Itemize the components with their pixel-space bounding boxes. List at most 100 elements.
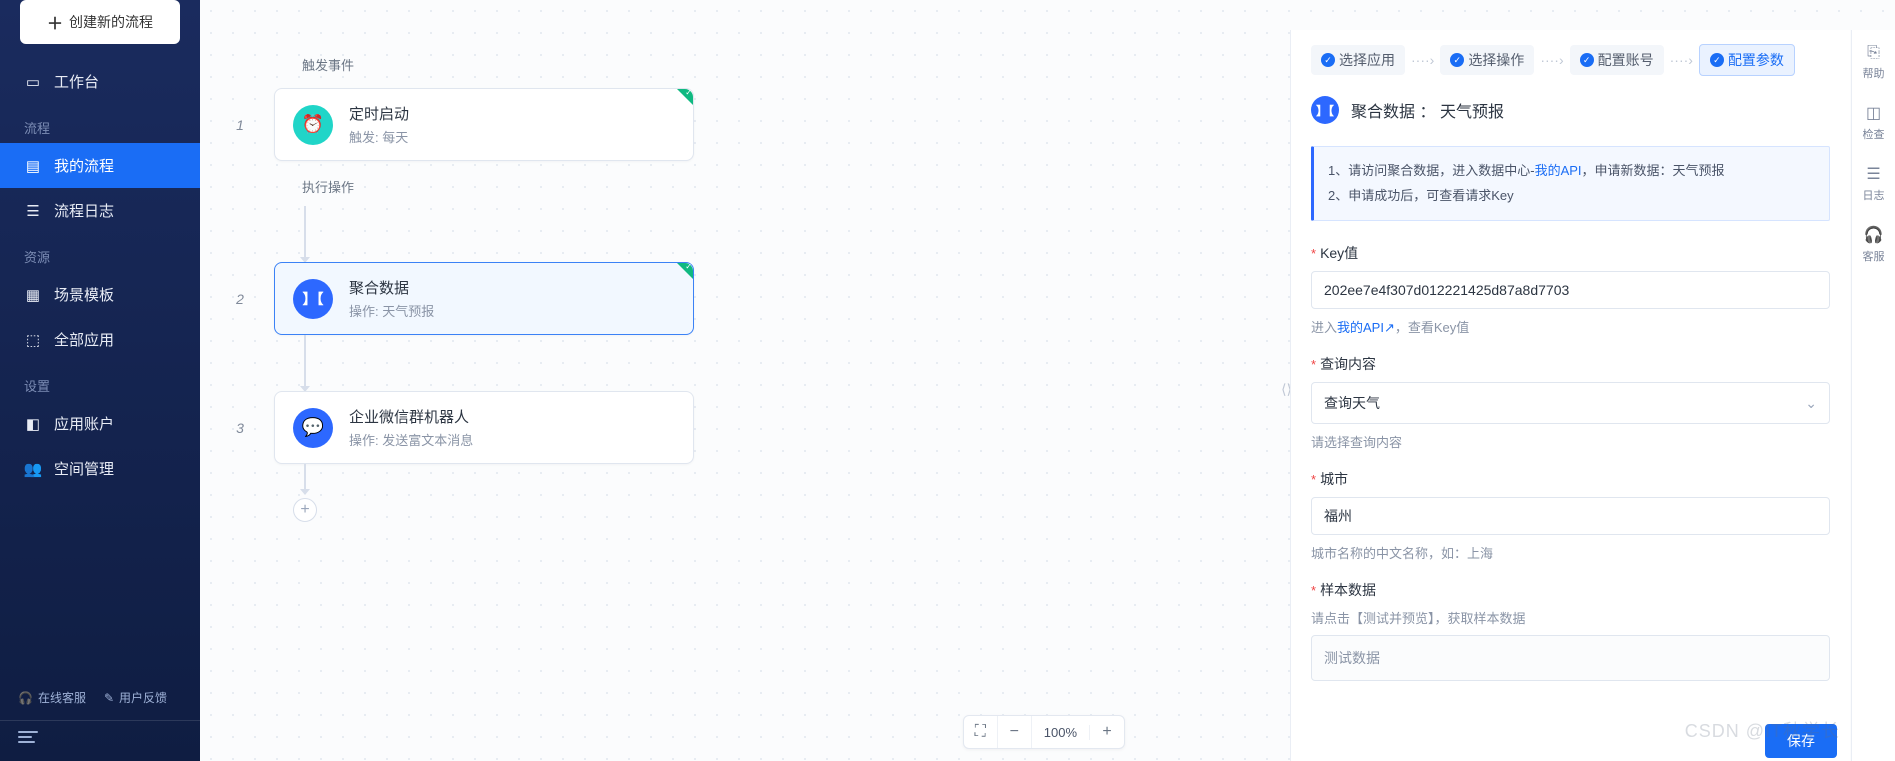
select-value: 查询天气 — [1324, 393, 1380, 413]
dock-logs[interactable]: ☰日志 — [1863, 164, 1885, 203]
fit-screen-button[interactable]: ⛶ — [964, 715, 998, 749]
panel-resize-handle[interactable]: ⟨ ⟩ — [1281, 381, 1290, 398]
arrow-icon: ····› — [1409, 52, 1436, 68]
node-subtitle: 操作: 天气预报 — [349, 301, 434, 320]
step-chip-config-account[interactable]: ✓配置账号 — [1570, 45, 1664, 75]
required-icon: * — [1311, 246, 1316, 261]
dock-help[interactable]: ⎘帮助 — [1863, 44, 1885, 81]
city-input[interactable] — [1311, 497, 1830, 535]
log-icon: ☰ — [1866, 164, 1880, 184]
sidebar-item-label: 我的流程 — [54, 155, 114, 176]
success-corner-icon — [677, 89, 693, 105]
node-title: 企业微信群机器人 — [349, 406, 473, 427]
sf-label: 用户反馈 — [119, 689, 167, 706]
field-hint: 城市名称的中文名称，如：上海 — [1311, 543, 1830, 562]
zoom-out-button[interactable]: − — [998, 715, 1032, 749]
field-hint: 请点击【测试并预览】，获取样本数据 — [1311, 608, 1830, 627]
watermark: CSDN @IT秋学长 — [1685, 717, 1840, 743]
field-group-city: *城市 城市名称的中文名称，如：上海 — [1311, 469, 1830, 562]
sidebar-item-label: 全部应用 — [54, 329, 114, 350]
chevron-down-icon: ⌄ — [1805, 395, 1817, 412]
sidebar-item-label: 场景模板 — [54, 284, 114, 305]
wizard-steps: ✓选择应用 ····› ✓选择操作 ····› ✓配置账号 ····› ✓配置参… — [1291, 30, 1850, 94]
connector-line — [304, 206, 306, 262]
info-line-2: 2、申请成功后，可查看请求Key — [1328, 184, 1815, 209]
check-icon: ✓ — [1450, 53, 1464, 67]
cube-icon: ⬚ — [24, 331, 42, 349]
field-group-key: *Key值 进入我的API↗，查看Key值 — [1311, 243, 1830, 336]
divider — [0, 720, 200, 721]
document-icon: ▤ — [24, 157, 42, 175]
step-number: 3 — [230, 420, 250, 436]
dock-check[interactable]: ◫检查 — [1863, 103, 1885, 142]
sidebar-footer: 🎧 在线客服 ✎ 用户反馈 — [0, 689, 200, 761]
sidebar-item-my-flows[interactable]: ▤ 我的流程 — [0, 143, 200, 188]
dashboard-icon: ▭ — [24, 73, 42, 91]
feedback-link[interactable]: ✎ 用户反馈 — [104, 689, 167, 706]
dock-service[interactable]: 🎧客服 — [1863, 225, 1885, 264]
check-icon: ✓ — [1321, 53, 1335, 67]
flow-step-2: 2 】【 聚合数据 操作: 天气预报 — [230, 262, 694, 335]
create-flow-button[interactable]: ＋ 创建新的流程 — [20, 0, 180, 44]
step-chip-select-app[interactable]: ✓选择应用 — [1311, 45, 1405, 75]
online-support-link[interactable]: 🎧 在线客服 — [18, 689, 86, 706]
success-corner-icon — [677, 263, 693, 279]
sidebar-section-resource: 资源 — [0, 233, 200, 272]
info-box: 1、请访问聚合数据，进入数据中心-我的API，申请新数据：天气预报 2、申请成功… — [1311, 146, 1830, 221]
juhe-icon: 】【 — [293, 279, 333, 319]
sidebar-item-workspace[interactable]: ▭ 工作台 — [0, 59, 200, 104]
sidebar-item-app-accounts[interactable]: ◧ 应用账户 — [0, 401, 200, 446]
zoom-in-button[interactable]: + — [1090, 715, 1124, 749]
external-link-icon: ↗ — [1384, 320, 1395, 335]
step-chip-config-params[interactable]: ✓配置参数 — [1699, 44, 1795, 76]
my-api-link[interactable]: 我的API — [1535, 163, 1582, 178]
field-label: *查询内容 — [1311, 354, 1830, 374]
my-api-link[interactable]: 我的API↗ — [1337, 320, 1395, 335]
field-label: *Key值 — [1311, 243, 1830, 263]
create-flow-label: 创建新的流程 — [69, 12, 153, 32]
node-title: 聚合数据 — [349, 277, 434, 298]
info-line-1: 1、请访问聚合数据，进入数据中心-我的API，申请新数据：天气预报 — [1328, 159, 1815, 184]
node-subtitle: 操作: 发送富文本消息 — [349, 430, 473, 449]
field-group-query: *查询内容 查询天气 ⌄ 请选择查询内容 — [1311, 354, 1830, 451]
sidebar-item-flow-logs[interactable]: ☰ 流程日志 — [0, 188, 200, 233]
collapse-sidebar-button[interactable] — [18, 731, 38, 743]
users-icon: 👥 — [24, 460, 42, 478]
sf-label: 在线客服 — [38, 689, 86, 706]
exec-section-label: 执行操作 — [302, 177, 694, 196]
node-title: 定时启动 — [349, 103, 409, 124]
field-hint: 进入我的API↗，查看Key值 — [1311, 317, 1830, 336]
sidebar-item-label: 空间管理 — [54, 458, 114, 479]
arrow-icon: ····› — [1538, 52, 1565, 68]
sidebar-item-space-mgmt[interactable]: 👥 空间管理 — [0, 446, 200, 491]
zoom-level: 100% — [1032, 725, 1090, 740]
required-icon: * — [1311, 583, 1316, 598]
right-dock: ⎘帮助 ◫检查 ☰日志 🎧客服 — [1851, 30, 1895, 761]
sidebar-item-all-apps[interactable]: ⬚ 全部应用 — [0, 317, 200, 362]
sidebar-item-label: 流程日志 — [54, 200, 114, 221]
step-chip-select-action[interactable]: ✓选择操作 — [1440, 45, 1534, 75]
required-icon: * — [1311, 472, 1316, 487]
flow-node-wework[interactable]: 💬 企业微信群机器人 操作: 发送富文本消息 — [274, 391, 694, 464]
headset-icon: 🎧 — [1864, 225, 1884, 245]
sidebar-item-scene-templates[interactable]: ▦ 场景模板 — [0, 272, 200, 317]
connector-line — [304, 464, 306, 494]
flow-container: 触发事件 1 ⏰ 定时启动 触发: 每天 执行操作 2 — [230, 55, 694, 522]
flow-node-juhe[interactable]: 】【 聚合数据 操作: 天气预报 — [274, 262, 694, 335]
sidebar-section-settings: 设置 — [0, 362, 200, 401]
panel-title: 聚合数据 ： 天气预报 — [1351, 98, 1504, 122]
field-label: *城市 — [1311, 469, 1830, 489]
field-hint: 请选择查询内容 — [1311, 432, 1830, 451]
sidebar-section-flow: 流程 — [0, 104, 200, 143]
flow-step-3: 3 💬 企业微信群机器人 操作: 发送富文本消息 — [230, 391, 694, 464]
check-icon: ✓ — [1580, 53, 1594, 67]
sidebar-item-label: 应用账户 — [54, 413, 114, 434]
query-select[interactable]: 查询天气 ⌄ — [1311, 382, 1830, 424]
add-step-button[interactable]: + — [293, 498, 317, 522]
check-square-icon: ◫ — [1866, 103, 1881, 123]
required-icon: * — [1311, 357, 1316, 372]
key-input[interactable] — [1311, 271, 1830, 309]
sidebar-item-label: 工作台 — [54, 71, 99, 92]
panel-header: 】【 聚合数据 ： 天气预报 — [1291, 94, 1850, 146]
flow-node-timer[interactable]: ⏰ 定时启动 触发: 每天 — [274, 88, 694, 161]
